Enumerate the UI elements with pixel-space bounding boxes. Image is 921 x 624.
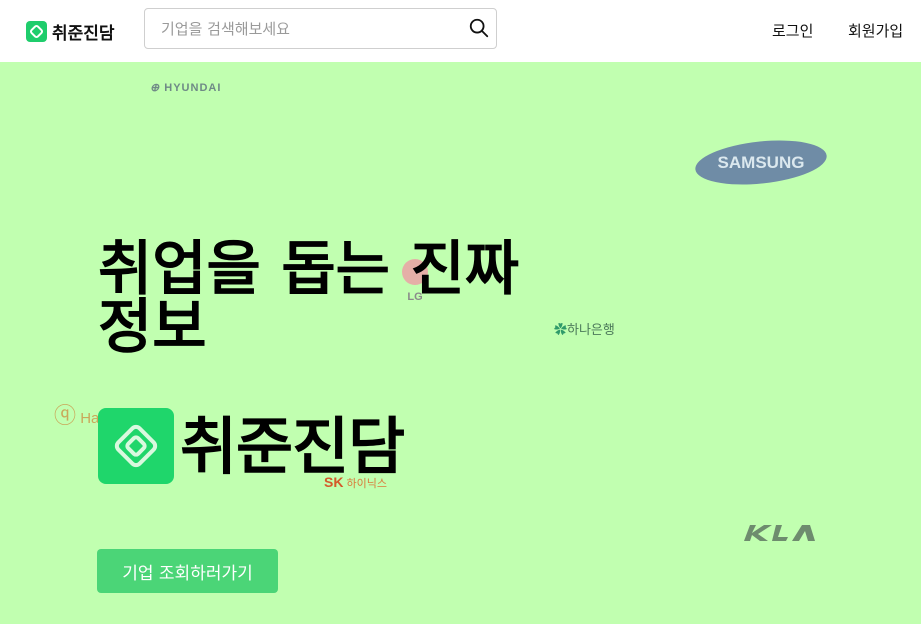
samsung-logo: SAMSUNG bbox=[695, 140, 827, 185]
signup-link[interactable]: 회원가입 bbox=[848, 20, 903, 41]
hero-brand-name: 취준진담 bbox=[180, 410, 405, 483]
search-icon[interactable] bbox=[468, 17, 490, 39]
svg-text:SAMSUNG: SAMSUNG bbox=[718, 153, 805, 172]
site-logo[interactable]: 취준진담 bbox=[26, 19, 115, 44]
headline-line-1: 취업을 돕는 진짜 bbox=[98, 234, 520, 303]
hero-section: ⊕ HYUNDAI SAMSUNG LG ✿하나은행 ⓠ Ha SK 하이닉스 … bbox=[0, 62, 921, 624]
search-box bbox=[144, 8, 497, 49]
headline-line-2: 정보 bbox=[98, 292, 207, 361]
hana-bank-logo: ✿하나은행 bbox=[554, 322, 615, 337]
logo-text: 취준진담 bbox=[52, 24, 115, 44]
login-link[interactable]: 로그인 bbox=[772, 20, 813, 41]
hanwha-logo: ⓠ Ha bbox=[54, 403, 100, 428]
logo-icon bbox=[26, 21, 47, 42]
browse-companies-button[interactable]: 기업 조회하러가기 bbox=[97, 549, 278, 593]
kia-logo bbox=[744, 525, 815, 541]
search-input[interactable] bbox=[161, 9, 451, 48]
brand-mark-icon bbox=[98, 408, 174, 484]
hero-headline: 취업을 돕는 진짜 정보 bbox=[98, 234, 520, 361]
hyundai-logo: ⊕ HYUNDAI bbox=[150, 82, 222, 94]
top-header: 취준진담 로그인 회원가입 bbox=[0, 0, 921, 62]
